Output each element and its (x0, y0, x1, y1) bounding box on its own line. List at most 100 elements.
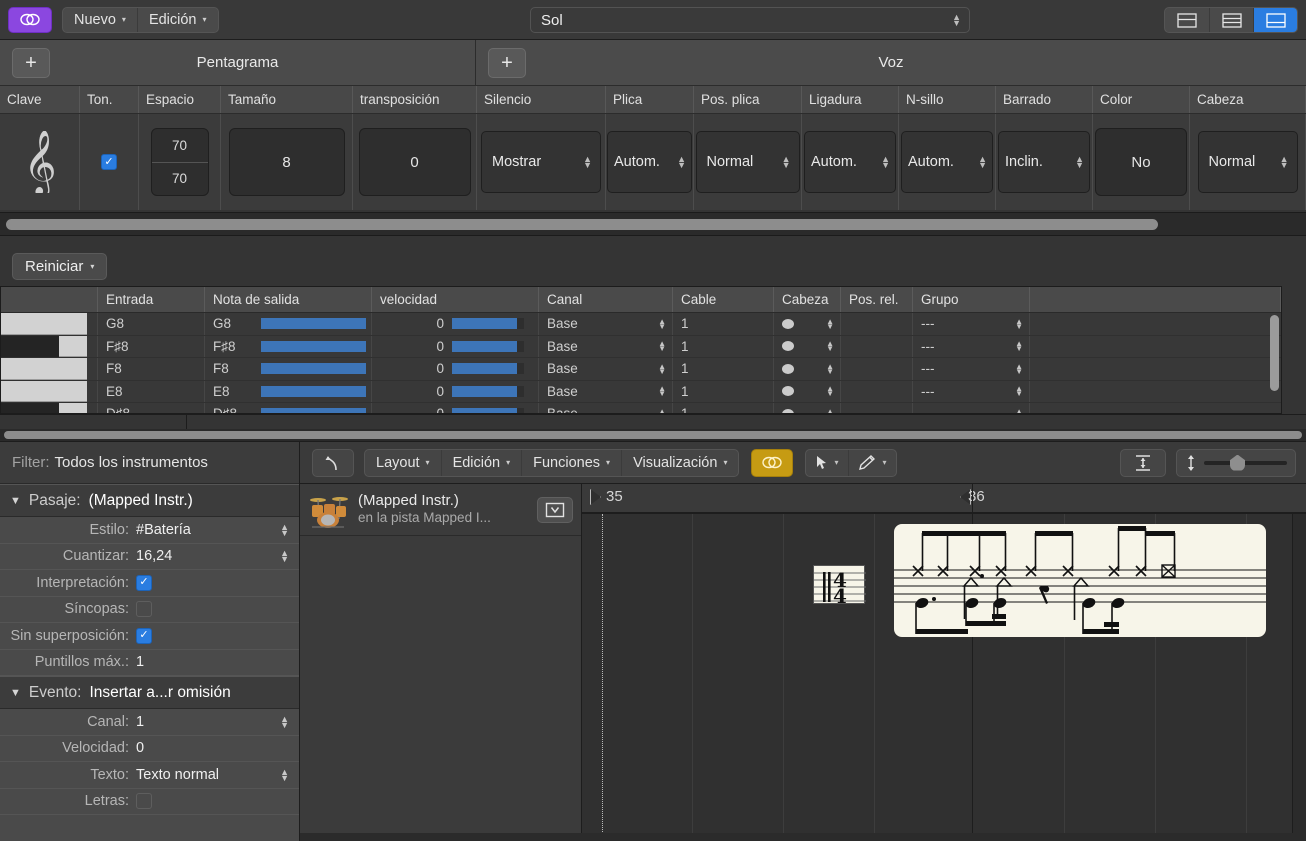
cell-cable[interactable]: 1 (673, 403, 774, 414)
velocidad-bar-track[interactable] (452, 341, 524, 352)
col-cabeza[interactable]: Cabeza (1190, 86, 1306, 113)
cell-pos-plica[interactable]: Normal ▲▼ (694, 114, 802, 210)
cell-plica[interactable]: Autom. ▲▼ (606, 114, 694, 210)
white-key[interactable] (1, 358, 87, 380)
menu-edicion[interactable]: Edición ▾ (137, 8, 218, 32)
cell-cabeza[interactable]: ▲▼ (774, 381, 841, 403)
stepper-icon[interactable]: ▲▼ (280, 524, 289, 536)
row-puntillos-max[interactable]: Puntillos máx.: 1 (0, 650, 299, 677)
cell-velocidad[interactable]: 0 (372, 381, 539, 403)
ligadura-popup[interactable]: Autom. ▲▼ (804, 131, 896, 193)
filter-value[interactable]: Todos los instrumentos (55, 454, 208, 471)
cell-velocidad[interactable]: 0 (372, 313, 539, 335)
zoom-vertical-slider[interactable] (1176, 449, 1296, 477)
stepper-icon[interactable]: ▲▼ (658, 319, 666, 329)
table-row[interactable]: G8 G8 0 Base ▲▼ 1 ▲▼ --- ▲▼ (1, 313, 1281, 336)
espacio-top-value[interactable]: 70 (152, 129, 208, 163)
cell-grupo[interactable]: --- ▲▼ (913, 358, 1030, 380)
col-silencio[interactable]: Silencio (477, 86, 606, 113)
row-letras[interactable]: Letras: ✓ (0, 789, 299, 816)
col-n-sillo[interactable]: N-sillo (899, 86, 996, 113)
espacio-bottom-value[interactable]: 70 (152, 163, 208, 196)
disclosure-triangle-icon[interactable]: ▼ (10, 687, 21, 699)
cell-entrada[interactable]: G8 (98, 313, 205, 335)
cell-entrada[interactable]: F8 (98, 358, 205, 380)
pointer-tool-icon[interactable]: ▾ (806, 450, 848, 476)
silencio-popup[interactable]: Mostrar ▲▼ (481, 131, 601, 193)
cell-entrada[interactable]: F♯8 (98, 336, 205, 358)
cell-cable[interactable]: 1 (673, 381, 774, 403)
cell-ligadura[interactable]: Autom. ▲▼ (802, 114, 899, 210)
black-key[interactable] (1, 336, 59, 358)
score-horizontal-scrollbar[interactable] (300, 833, 1306, 841)
clef-combo[interactable]: Sol ▲▼ (530, 7, 970, 33)
transposicion-field[interactable]: 0 (359, 128, 471, 196)
cell-cabeza[interactable]: Normal ▲▼ (1190, 114, 1306, 210)
row-estilo[interactable]: Estilo: #Batería ▲▼ (0, 517, 299, 544)
stepper-icon[interactable]: ▲▼ (1015, 364, 1023, 374)
sin-superposicion-checkbox[interactable]: ✓ (136, 628, 152, 644)
cell-cabeza[interactable]: ▲▼ (774, 313, 841, 335)
cell-cabeza[interactable]: ▲▼ (774, 358, 841, 380)
filter-row[interactable]: Filter: Todos los instrumentos (0, 442, 299, 484)
cell-velocidad[interactable]: 0 (372, 403, 539, 414)
bar-ruler[interactable]: 35 36 (582, 484, 1306, 514)
keyboard-cell[interactable] (1, 403, 98, 414)
ton-checkbox[interactable]: ✓ (101, 154, 117, 170)
stepper-icon[interactable]: ▲▼ (280, 716, 289, 728)
menu-visualizacion[interactable]: Visualización ▾ (621, 450, 738, 476)
table-row[interactable]: E8 E8 0 Base ▲▼ 1 ▲▼ --- ▲▼ (1, 381, 1281, 404)
col-barrado[interactable]: Barrado (996, 86, 1093, 113)
velocidad-bar-track[interactable] (452, 386, 524, 397)
keyboard-cell[interactable] (1, 313, 98, 335)
texto-value[interactable]: Texto normal (136, 767, 280, 783)
row-sincopas[interactable]: Síncopas: ✓ (0, 597, 299, 624)
menu-nuevo[interactable]: Nuevo ▾ (63, 8, 137, 32)
col-ton[interactable]: Ton. (80, 86, 139, 113)
cell-salida[interactable]: F8 (205, 358, 372, 380)
staff-horizontal-scrollbar[interactable] (0, 212, 1306, 236)
reiniciar-button[interactable]: Reiniciar ▾ (12, 253, 107, 280)
cell-canal[interactable]: Base ▲▼ (539, 358, 673, 380)
mcol-cabeza[interactable]: Cabeza (774, 287, 841, 312)
col-ligadura[interactable]: Ligadura (802, 86, 899, 113)
cell-pos-rel[interactable] (841, 336, 913, 358)
stepper-icon[interactable]: ▲▼ (826, 341, 834, 351)
row-cuantizar[interactable]: Cuantizar: 16,24 ▲▼ (0, 544, 299, 571)
stepper-icon[interactable]: ▲▼ (826, 386, 834, 396)
link-icon[interactable] (8, 7, 52, 33)
menu-funciones[interactable]: Funciones ▾ (521, 450, 621, 476)
stepper-icon[interactable]: ▲▼ (1015, 341, 1023, 351)
menu-edicion-score[interactable]: Edición ▾ (441, 450, 522, 476)
stepper-icon[interactable]: ▲▼ (677, 156, 686, 168)
stepper-icon[interactable]: ▲▼ (1015, 386, 1023, 396)
cycle-start-marker[interactable] (590, 489, 601, 505)
mapped-table-vertical-scrollbar[interactable] (1270, 315, 1279, 391)
pencil-tool-icon[interactable]: ▾ (848, 450, 896, 476)
add-voice-button[interactable]: + (488, 48, 526, 78)
cell-ton[interactable]: ✓ (80, 114, 139, 210)
link-icon[interactable] (751, 449, 793, 477)
cell-cable[interactable]: 1 (673, 358, 774, 380)
sincopas-checkbox[interactable]: ✓ (136, 601, 152, 617)
scrollbar-thumb[interactable] (4, 431, 1302, 439)
cell-pos-rel[interactable] (841, 358, 913, 380)
velocidad-bar-track[interactable] (452, 318, 524, 329)
row-sin-superposicion[interactable]: Sin superposición: ✓ (0, 623, 299, 650)
mcol-cable[interactable]: Cable (673, 287, 774, 312)
col-pos-plica[interactable]: Pos. plica (694, 86, 802, 113)
keyboard-cell[interactable] (1, 381, 98, 403)
cell-clave[interactable]: 𝄞 (0, 114, 80, 210)
view-layout-1-button[interactable] (1165, 8, 1209, 32)
table-row[interactable]: D♯8 D♯8 0 Base ▲▼ 1 ▲▼ --- ▲▼ (1, 403, 1281, 414)
stepper-icon[interactable]: ▲▼ (658, 341, 666, 351)
row-velocidad[interactable]: Velocidad: 0 (0, 736, 299, 763)
cabeza-popup[interactable]: Normal ▲▼ (1198, 131, 1298, 193)
salida-bar-track[interactable] (261, 341, 366, 352)
row-texto[interactable]: Texto: Texto normal ▲▼ (0, 762, 299, 789)
cell-cabeza[interactable]: ▲▼ (774, 403, 841, 414)
col-plica[interactable]: Plica (606, 86, 694, 113)
cell-velocidad[interactable]: 0 (372, 358, 539, 380)
cell-velocidad[interactable]: 0 (372, 336, 539, 358)
barrado-popup[interactable]: Inclin. ▲▼ (998, 131, 1090, 193)
